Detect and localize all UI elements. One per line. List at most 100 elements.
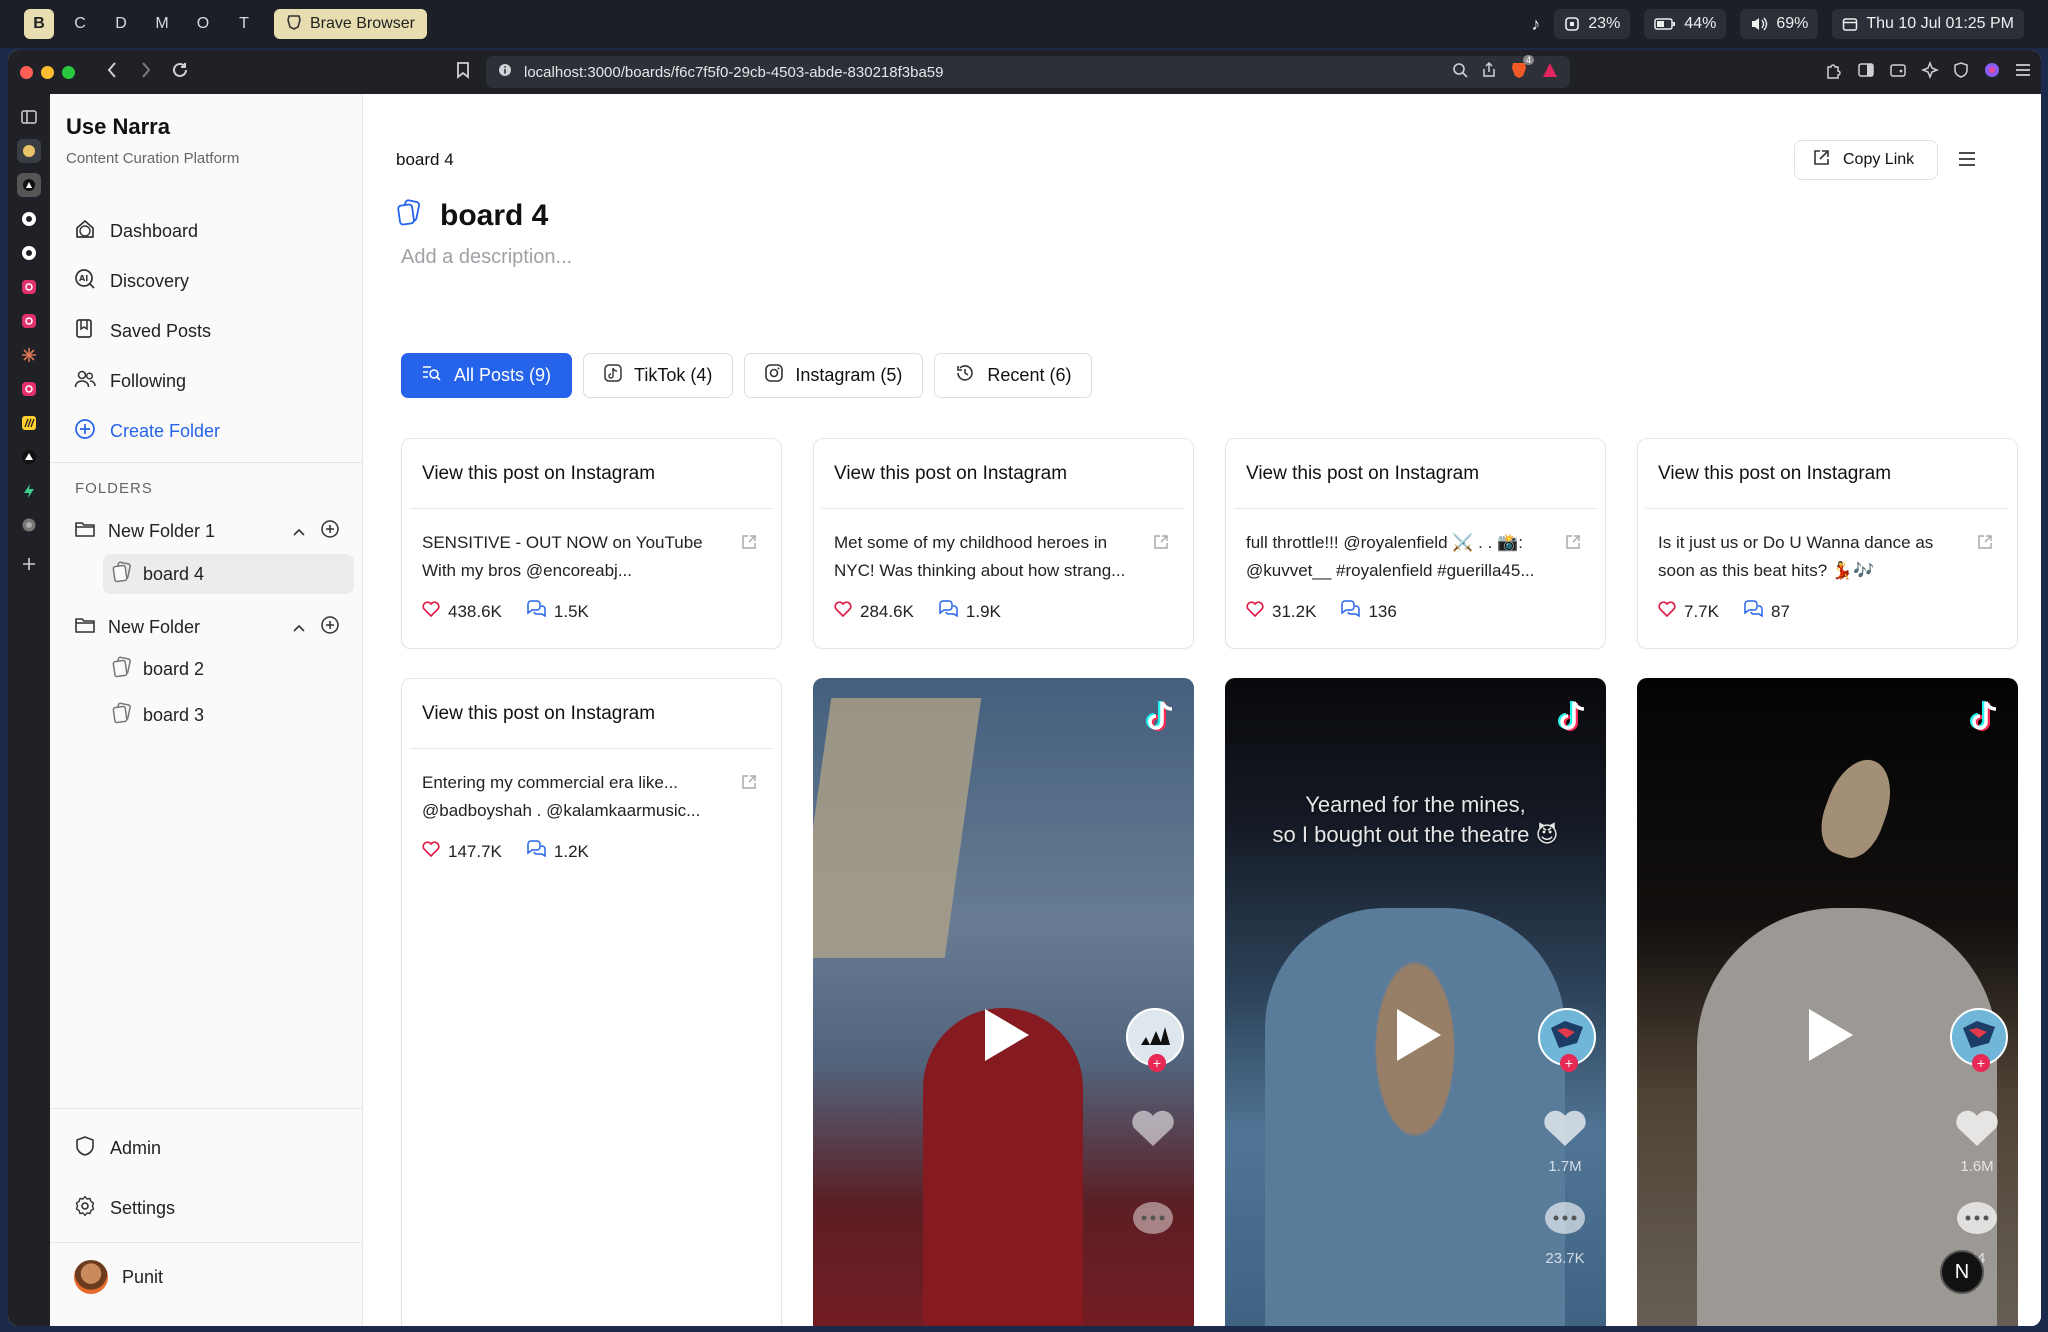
breadcrumb[interactable]: board 4 bbox=[396, 150, 454, 170]
nav-discovery[interactable]: AI Discovery bbox=[66, 256, 347, 306]
play-icon[interactable] bbox=[1795, 1003, 1859, 1067]
new-tab-plus-icon[interactable] bbox=[17, 552, 41, 576]
profile-icon[interactable] bbox=[1983, 61, 2001, 84]
reload-button[interactable] bbox=[165, 57, 195, 87]
instagram-post-card[interactable]: View this post on Instagram SENSITIVE - … bbox=[401, 438, 782, 649]
address-bar[interactable]: localhost:3000/boards/f6c7f5f0-29cb-4503… bbox=[486, 55, 1570, 88]
brand-title[interactable]: Use Narra bbox=[66, 114, 239, 140]
open-external-icon[interactable] bbox=[741, 771, 757, 799]
tab-favicon-supabase-icon[interactable] bbox=[17, 479, 41, 503]
clock-status[interactable]: Thu 10 Jul 01:25 PM bbox=[1832, 9, 2024, 39]
site-info-icon[interactable] bbox=[498, 63, 512, 81]
board-item-board-3[interactable]: board 3 bbox=[103, 695, 354, 735]
nav-dashboard[interactable]: Dashboard bbox=[66, 206, 347, 256]
tab-favicon-github-icon[interactable] bbox=[17, 207, 41, 231]
tab-favicon-globe-icon[interactable] bbox=[17, 513, 41, 537]
tab-favicon-instagram-icon[interactable] bbox=[17, 275, 41, 299]
creator-avatar[interactable]: + bbox=[1950, 1008, 2008, 1072]
creator-avatar[interactable]: + bbox=[1538, 1008, 1596, 1072]
open-external-icon[interactable] bbox=[1153, 531, 1169, 559]
close-window-button[interactable] bbox=[20, 65, 33, 79]
vpn-shield-icon[interactable] bbox=[1953, 61, 1969, 84]
zoom-icon[interactable] bbox=[1452, 62, 1468, 82]
card-header[interactable]: View this post on Instagram bbox=[1234, 439, 1597, 509]
workspace-b[interactable]: B bbox=[24, 9, 54, 39]
tab-favicon-instagram-icon-2[interactable] bbox=[17, 309, 41, 333]
tab-instagram[interactable]: Instagram (5) bbox=[744, 353, 924, 398]
instagram-post-card[interactable]: View this post on Instagram full throttl… bbox=[1225, 438, 1606, 649]
workspace-d[interactable]: D bbox=[106, 9, 136, 39]
workspace-t[interactable]: T bbox=[229, 9, 259, 39]
leo-ai-icon[interactable] bbox=[1920, 60, 1940, 84]
cpu-status[interactable]: 23% bbox=[1554, 9, 1631, 39]
tab-favicon-miro-icon[interactable] bbox=[17, 411, 41, 435]
create-folder-button[interactable]: Create Folder bbox=[66, 406, 347, 456]
comment-action[interactable] bbox=[1130, 1200, 1176, 1250]
board-item-board-4[interactable]: board 4 bbox=[103, 554, 354, 594]
tab-favicon-instagram-icon-3[interactable] bbox=[17, 377, 41, 401]
wallet-icon[interactable] bbox=[1889, 61, 1907, 84]
tab-tiktok[interactable]: TikTok (4) bbox=[583, 353, 734, 398]
follow-plus-icon[interactable]: + bbox=[1972, 1054, 1990, 1072]
follow-plus-icon[interactable]: + bbox=[1560, 1054, 1578, 1072]
bookmark-page-button[interactable] bbox=[448, 57, 478, 87]
workspace-c[interactable]: C bbox=[65, 9, 95, 39]
back-button[interactable] bbox=[97, 57, 127, 87]
tiktok-video-card[interactable]: + 1.6M 24 bbox=[1637, 678, 2018, 1326]
board-item-board-2[interactable]: board 2 bbox=[103, 649, 354, 689]
comment-action[interactable]: 23.7K bbox=[1542, 1200, 1588, 1267]
tab-favicon-github-icon-2[interactable] bbox=[17, 241, 41, 265]
volume-status[interactable]: 69% bbox=[1740, 9, 1819, 39]
share-icon[interactable] bbox=[1482, 61, 1496, 82]
battery-status[interactable]: 44% bbox=[1644, 9, 1727, 39]
add-board-circle-icon[interactable] bbox=[320, 615, 340, 640]
sidebar-toggle-icon[interactable] bbox=[1857, 61, 1875, 84]
tab-favicon-vercel-icon[interactable] bbox=[17, 445, 41, 469]
add-board-circle-icon[interactable] bbox=[320, 519, 340, 544]
user-profile[interactable]: Punit bbox=[74, 1260, 163, 1294]
zoom-window-button[interactable] bbox=[62, 65, 75, 79]
active-app-pill[interactable]: Brave Browser bbox=[274, 9, 427, 39]
board-description-input[interactable]: Add a description... bbox=[401, 246, 572, 269]
tab-favicon-claude-icon[interactable] bbox=[17, 343, 41, 367]
creator-avatar[interactable]: + bbox=[1126, 1008, 1184, 1072]
tab-favicon-narra-icon[interactable] bbox=[17, 173, 41, 197]
url-text[interactable]: localhost:3000/boards/f6c7f5f0-29cb-4503… bbox=[524, 64, 944, 81]
nextjs-dev-indicator[interactable]: N bbox=[1940, 1250, 1984, 1294]
workspace-o[interactable]: O bbox=[188, 9, 218, 39]
card-header[interactable]: View this post on Instagram bbox=[410, 439, 773, 509]
card-header[interactable]: View this post on Instagram bbox=[410, 679, 773, 749]
settings-link[interactable]: Settings bbox=[74, 1186, 340, 1230]
music-note-icon[interactable]: ♪ bbox=[1531, 14, 1540, 35]
brave-shields-icon[interactable]: 4 bbox=[1510, 55, 1534, 83]
tiktok-video-card[interactable]: + bbox=[813, 678, 1194, 1326]
tab-panel-toggle-icon[interactable] bbox=[17, 105, 41, 129]
workspace-m[interactable]: M bbox=[147, 9, 177, 39]
tab-recent[interactable]: Recent (6) bbox=[934, 353, 1093, 398]
play-icon[interactable] bbox=[1383, 1003, 1447, 1067]
tab-all-posts[interactable]: All Posts (9) bbox=[401, 353, 573, 398]
page-title[interactable]: board 4 bbox=[440, 199, 548, 233]
minimize-window-button[interactable] bbox=[41, 65, 54, 79]
follow-plus-icon[interactable]: + bbox=[1148, 1054, 1166, 1072]
open-external-icon[interactable] bbox=[1977, 531, 1993, 559]
hamburger-menu-icon[interactable] bbox=[2015, 63, 2031, 82]
folder-new-folder-1[interactable]: New Folder 1 bbox=[74, 512, 340, 550]
tab-favicon-owl-icon[interactable] bbox=[17, 139, 41, 163]
board-menu-button[interactable] bbox=[1952, 146, 1982, 176]
like-action[interactable]: 1.6M bbox=[1954, 1108, 2000, 1175]
like-action[interactable] bbox=[1130, 1108, 1176, 1158]
tiktok-video-card[interactable]: Yearned for the mines, so I bought out t… bbox=[1225, 678, 1606, 1326]
brave-rewards-icon[interactable] bbox=[1542, 62, 1558, 82]
card-header[interactable]: View this post on Instagram bbox=[1646, 439, 2009, 509]
like-action[interactable]: 1.7M bbox=[1542, 1108, 1588, 1175]
copy-link-button[interactable]: Copy Link bbox=[1794, 140, 1938, 180]
nav-saved-posts[interactable]: Saved Posts bbox=[66, 306, 347, 356]
extensions-icon[interactable] bbox=[1825, 61, 1843, 84]
instagram-post-card[interactable]: View this post on Instagram Met some of … bbox=[813, 438, 1194, 649]
open-external-icon[interactable] bbox=[741, 531, 757, 559]
open-external-icon[interactable] bbox=[1565, 531, 1581, 559]
chevron-up-icon[interactable] bbox=[292, 617, 306, 638]
card-header[interactable]: View this post on Instagram bbox=[822, 439, 1185, 509]
nav-following[interactable]: Following bbox=[66, 356, 347, 406]
